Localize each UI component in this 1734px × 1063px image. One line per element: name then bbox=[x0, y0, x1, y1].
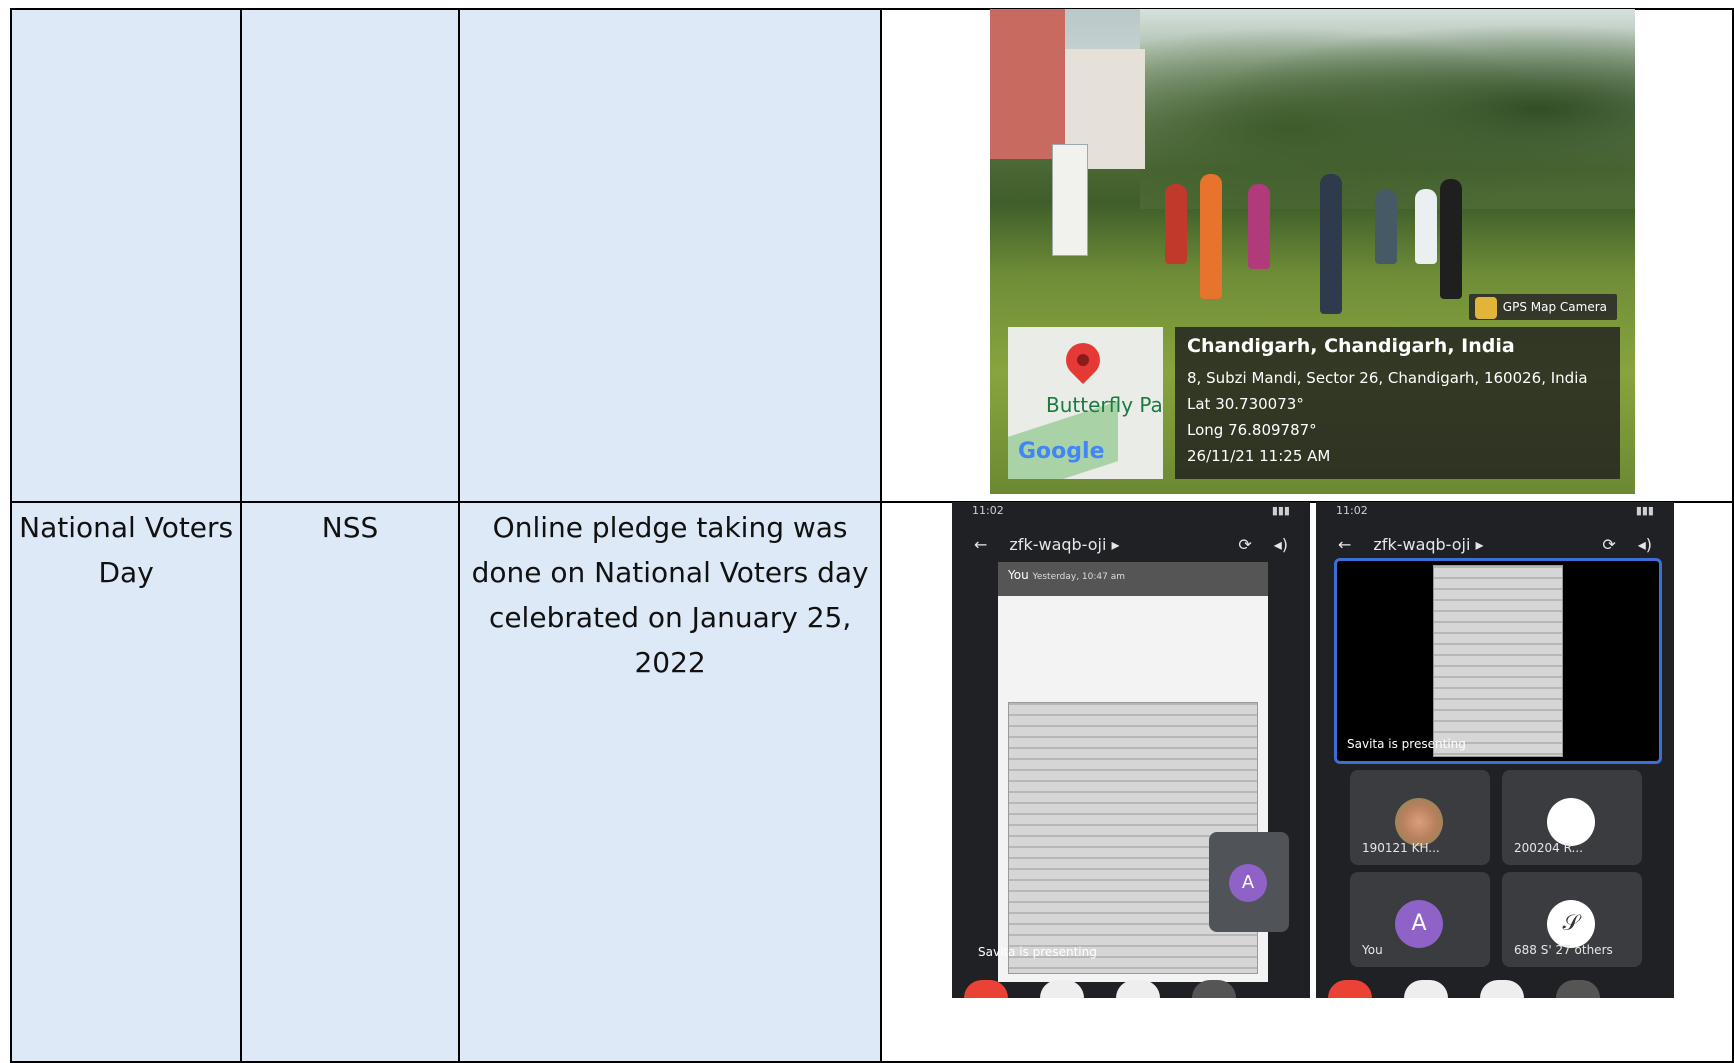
end-call-button[interactable] bbox=[1328, 980, 1372, 998]
avatar bbox=[1547, 798, 1595, 846]
building bbox=[990, 9, 1065, 159]
avatar: A bbox=[1229, 864, 1267, 902]
location-info: Chandigarh, Chandigarh, India 8, Subzi M… bbox=[1175, 327, 1620, 479]
event-description: Online pledge taking was done on Nationa… bbox=[471, 511, 869, 679]
status-bar: 11:02 ▮▮▮ bbox=[952, 502, 1310, 524]
gps-badge-label: GPS Map Camera bbox=[1502, 300, 1607, 314]
meet-toolbar: ← zfk-waqb-oji ▸ ⟳ ◂) bbox=[952, 524, 1310, 564]
participant-tile: A You bbox=[1350, 872, 1490, 967]
map-place-label: Butterfly Par bbox=[1046, 393, 1163, 417]
person bbox=[1440, 179, 1462, 299]
presenter-tile: Savita is presenting bbox=[1334, 558, 1662, 764]
event-cell bbox=[9, 8, 243, 503]
inner-title: You bbox=[1008, 568, 1029, 582]
meeting-code[interactable]: zfk-waqb-oji ▸ bbox=[1373, 535, 1483, 554]
organizer-cell: NSS bbox=[240, 501, 460, 1063]
description-cell bbox=[457, 8, 883, 503]
participant-name: 688 S' 27 others bbox=[1514, 943, 1613, 957]
person bbox=[1248, 184, 1270, 269]
person bbox=[1165, 184, 1187, 264]
person bbox=[1375, 189, 1397, 264]
organizer-cell bbox=[240, 8, 460, 503]
signal-icon: ▮▮▮ bbox=[1635, 504, 1654, 517]
status-time: 11:02 bbox=[972, 504, 1004, 517]
call-controls bbox=[1316, 976, 1674, 998]
status-bar: 11:02 ▮▮▮ bbox=[1316, 502, 1674, 524]
avatar: 𝒮 bbox=[1547, 900, 1595, 948]
mic-toggle-button[interactable] bbox=[1480, 980, 1524, 998]
speaker-icon[interactable]: ◂) bbox=[1274, 535, 1288, 554]
meet-screenshot-left: 11:02 ▮▮▮ ← zfk-waqb-oji ▸ ⟳ ◂) You Yeste… bbox=[952, 502, 1310, 998]
participant-tile: 200204 R... bbox=[1502, 770, 1642, 865]
switch-camera-icon[interactable]: ⟳ bbox=[1238, 535, 1251, 554]
avatar: A bbox=[1395, 900, 1443, 948]
google-logo: Google bbox=[1018, 439, 1105, 464]
gps-badge: GPS Map Camera bbox=[1468, 294, 1617, 320]
meet-screenshot-right: 11:02 ▮▮▮ ← zfk-waqb-oji ▸ ⟳ ◂) Savita is… bbox=[1316, 502, 1674, 998]
shared-document bbox=[1433, 565, 1563, 757]
back-arrow-icon[interactable]: ← bbox=[1338, 535, 1351, 554]
location-datetime: 26/11/21 11:25 AM bbox=[1187, 447, 1331, 465]
organizer-name: NSS bbox=[321, 511, 379, 544]
event-name: National Voters Day bbox=[19, 511, 234, 589]
participant-tile: 𝒮 688 S' 27 others bbox=[1502, 872, 1642, 967]
inner-header: You Yesterday, 10:47 am bbox=[998, 562, 1268, 596]
nss-banner bbox=[1052, 144, 1088, 256]
raise-hand-button[interactable] bbox=[1192, 980, 1236, 998]
inner-subtitle: Yesterday, 10:47 am bbox=[1032, 572, 1126, 582]
event-cell: National Voters Day bbox=[9, 501, 243, 1063]
meeting-code[interactable]: zfk-waqb-oji ▸ bbox=[1009, 535, 1119, 554]
avatar bbox=[1395, 798, 1443, 846]
description-cell: Online pledge taking was done on Nationa… bbox=[457, 501, 883, 1063]
signal-icon: ▮▮▮ bbox=[1271, 504, 1290, 517]
person bbox=[1320, 174, 1342, 314]
call-controls bbox=[952, 976, 1310, 998]
camera-icon bbox=[1474, 297, 1497, 319]
location-title: Chandigarh, Chandigarh, India bbox=[1187, 335, 1515, 357]
person bbox=[1415, 189, 1437, 264]
map-pin-icon bbox=[1058, 335, 1108, 385]
speaker-icon[interactable]: ◂) bbox=[1638, 535, 1652, 554]
location-lat: Lat 30.730073° bbox=[1187, 395, 1304, 413]
camera-toggle-button[interactable] bbox=[1404, 980, 1448, 998]
participant-tile: 190121 KH... bbox=[1350, 770, 1490, 865]
back-arrow-icon[interactable]: ← bbox=[974, 535, 987, 554]
presenting-caption: Savita is presenting bbox=[1347, 737, 1466, 751]
location-address: 8, Subzi Mandi, Sector 26, Chandigarh, 1… bbox=[1187, 369, 1588, 387]
participant-name: 190121 KH... bbox=[1362, 841, 1440, 855]
end-call-button[interactable] bbox=[964, 980, 1008, 998]
person bbox=[1200, 174, 1222, 299]
pledge-photo: GPS Map Camera Butterfly Par Google Chan… bbox=[990, 9, 1635, 494]
participant-name: You bbox=[1362, 943, 1383, 957]
participant-name: 200204 R... bbox=[1514, 841, 1583, 855]
switch-camera-icon[interactable]: ⟳ bbox=[1602, 535, 1615, 554]
camera-toggle-button[interactable] bbox=[1040, 980, 1084, 998]
location-long: Long 76.809787° bbox=[1187, 421, 1317, 439]
map-thumbnail: Butterfly Par Google bbox=[1008, 327, 1163, 479]
raise-hand-button[interactable] bbox=[1556, 980, 1600, 998]
self-tile: A bbox=[1209, 832, 1289, 932]
presenting-caption: Savita is presenting bbox=[978, 945, 1097, 959]
status-time: 11:02 bbox=[1336, 504, 1368, 517]
mic-toggle-button[interactable] bbox=[1116, 980, 1160, 998]
